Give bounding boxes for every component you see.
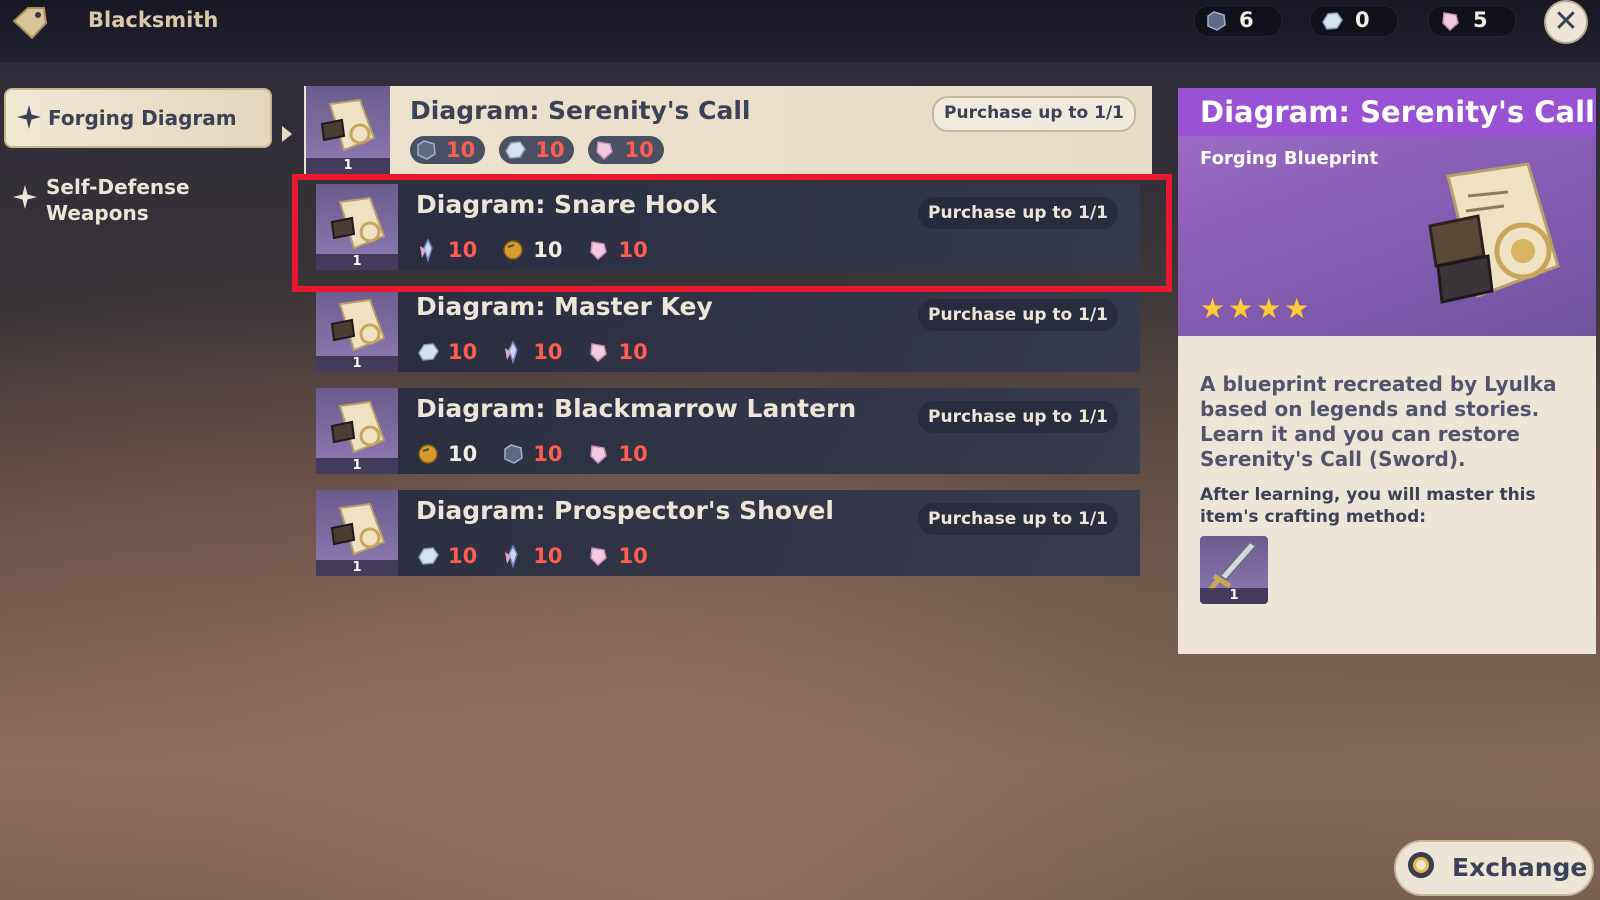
crystal-pink-icon bbox=[586, 442, 610, 466]
blueprint-thumbnail: 1 bbox=[316, 388, 398, 474]
cost-item: 10 bbox=[586, 440, 648, 468]
item-title: Diagram: Master Key bbox=[416, 292, 713, 321]
shop-title: Blacksmith bbox=[88, 8, 219, 32]
detail-panel: Diagram: Serenity's Call Forging Bluepri… bbox=[1178, 88, 1596, 654]
crystal-pink-icon bbox=[592, 138, 616, 162]
learn-text: After learning, you will master this ite… bbox=[1200, 485, 1536, 527]
chevron-right-icon bbox=[282, 126, 292, 142]
cost-list: 10 10 10 bbox=[416, 440, 672, 466]
cost-list: 10 10 10 bbox=[410, 136, 678, 164]
blueprint-icon bbox=[1408, 156, 1568, 320]
cost-list: 10 10 10 bbox=[416, 542, 672, 570]
ore-amber-icon bbox=[416, 442, 440, 466]
rarity-stars: ★★★★ bbox=[1200, 292, 1313, 325]
result-item[interactable]: 1 bbox=[1200, 536, 1268, 604]
sidebar-item-self-defense-weapons[interactable]: Self-Defense Weapons bbox=[10, 170, 270, 230]
cost-item: 10 bbox=[586, 542, 648, 570]
crystal-pink-icon bbox=[586, 340, 610, 364]
purchase-limit-badge: Purchase up to 1/1 bbox=[932, 96, 1136, 132]
ore-dark-icon bbox=[501, 442, 525, 466]
purchase-limit-badge: Purchase up to 1/1 bbox=[918, 401, 1118, 433]
currency-crystal-pink: 5 bbox=[1428, 5, 1516, 37]
ore-dark-icon bbox=[414, 138, 438, 162]
cost-item: 10 bbox=[501, 338, 562, 366]
purchase-limit-badge: Purchase up to 1/1 bbox=[918, 299, 1118, 331]
cost-list: 10 10 10 bbox=[416, 338, 672, 366]
blueprint-thumbnail: 1 bbox=[316, 490, 398, 576]
cost-item: 10 bbox=[416, 542, 477, 570]
crystal-pink-icon bbox=[1438, 10, 1462, 32]
cost-item: 10 bbox=[499, 136, 575, 164]
item-title: Diagram: Serenity's Call bbox=[410, 96, 751, 125]
purchase-limit-badge: Purchase up to 1/1 bbox=[918, 503, 1118, 535]
item-title: Diagram: Blackmarrow Lantern bbox=[416, 394, 857, 423]
result-quantity: 1 bbox=[1200, 588, 1268, 604]
sparkle-icon bbox=[16, 104, 42, 130]
close-icon: ✕ bbox=[1553, 4, 1579, 39]
top-bar: Blacksmith 6 0 5 ✕ bbox=[0, 0, 1600, 62]
list-item[interactable]: 1 Diagram: Master Key Purchase up to 1/1 10… bbox=[316, 286, 1140, 372]
crystal-pink-icon bbox=[586, 544, 610, 568]
list-item[interactable]: 1 Diagram: Prospector's Shovel Purchase up… bbox=[316, 490, 1140, 576]
exchange-button[interactable]: Exchange bbox=[1394, 840, 1594, 896]
sparkle-icon bbox=[12, 184, 38, 210]
item-quantity: 1 bbox=[316, 458, 398, 474]
crystal-blue-icon bbox=[501, 340, 525, 365]
sidebar-item-label: Self-Defense Weapons bbox=[46, 175, 190, 225]
cost-item: 10 bbox=[588, 136, 664, 164]
item-quantity: 1 bbox=[316, 356, 398, 372]
item-type: Forging Blueprint bbox=[1200, 148, 1379, 169]
ore-dark-icon bbox=[1204, 10, 1228, 32]
item-quantity: 1 bbox=[316, 560, 398, 576]
currency-ore-dark: 6 bbox=[1194, 5, 1282, 37]
ore-silver-icon bbox=[1320, 10, 1344, 32]
ore-silver-icon bbox=[416, 340, 440, 364]
detail-title: Diagram: Serenity's Call bbox=[1178, 88, 1596, 136]
selection-highlight bbox=[292, 174, 1172, 292]
close-button[interactable]: ✕ bbox=[1544, 0, 1588, 44]
item-description: A blueprint recreated by Lyulka based on… bbox=[1200, 372, 1557, 471]
currency-ore-silver: 0 bbox=[1310, 5, 1398, 37]
sidebar-item-label: Forging Diagram bbox=[48, 106, 237, 130]
item-quantity: 1 bbox=[306, 158, 390, 174]
cost-item: 10 bbox=[501, 542, 562, 570]
blueprint-thumbnail: 1 bbox=[316, 286, 398, 372]
ore-silver-icon bbox=[503, 138, 527, 162]
cost-item: 10 bbox=[501, 440, 562, 468]
detail-header: Diagram: Serenity's Call Forging Bluepri… bbox=[1178, 88, 1596, 336]
cost-item: 10 bbox=[416, 338, 477, 366]
cost-item: 10 bbox=[416, 440, 477, 468]
list-item[interactable]: 1 Diagram: Serenity's Call Purchase up to … bbox=[304, 86, 1152, 174]
cost-item: 10 bbox=[410, 136, 486, 164]
blueprint-thumbnail: 1 bbox=[306, 86, 390, 174]
cost-item: 10 bbox=[586, 338, 648, 366]
exchange-label: Exchange bbox=[1452, 853, 1588, 882]
crystal-blue-icon bbox=[501, 544, 525, 569]
item-title: Diagram: Prospector's Shovel bbox=[416, 496, 834, 525]
controller-button-icon bbox=[1408, 852, 1434, 878]
ore-silver-icon bbox=[416, 544, 440, 568]
price-tag-icon bbox=[10, 5, 50, 43]
sidebar-item-forging-diagram[interactable]: Forging Diagram bbox=[4, 88, 272, 148]
detail-body: A blueprint recreated by Lyulka based on… bbox=[1178, 336, 1596, 654]
list-item[interactable]: 1 Diagram: Blackmarrow Lantern Purchase up… bbox=[316, 388, 1140, 474]
